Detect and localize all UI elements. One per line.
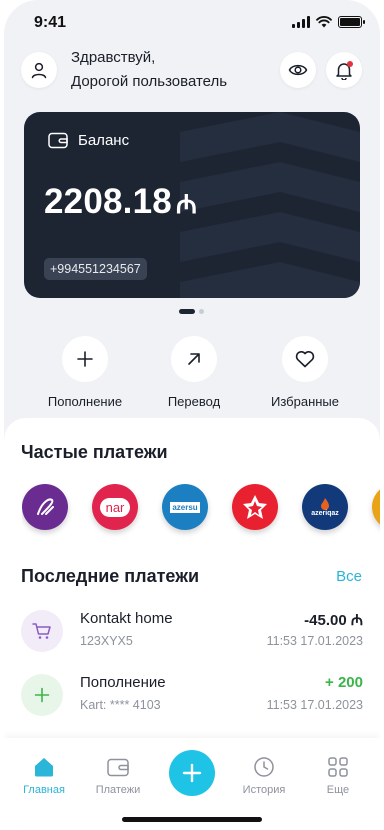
favorites-action[interactable]: Избранные — [255, 336, 355, 409]
status-icons — [292, 16, 365, 28]
nav-label-history: История — [242, 784, 286, 796]
nav-item-more[interactable]: Еще — [308, 754, 368, 796]
see-all-link[interactable]: Все — [336, 568, 362, 585]
balance-card[interactable]: Баланс 2208.18 ₼ +994551234567 — [24, 112, 360, 298]
nav-item-payments[interactable]: Платежи — [88, 754, 148, 796]
transaction-name: Пополнение — [80, 674, 166, 691]
card-chevron-pattern — [180, 112, 360, 298]
nav-label-payments: Платежи — [95, 784, 141, 796]
topup-button[interactable] — [62, 336, 108, 382]
arrow-up-right-icon — [188, 353, 200, 365]
signal-icon — [292, 16, 310, 28]
phone-number-chip: +994551234567 — [44, 258, 147, 280]
balance-value: 2208.18 — [44, 182, 172, 221]
wifi-icon — [316, 16, 332, 28]
provider-logo-purple[interactable] — [22, 484, 68, 530]
flame-icon — [321, 497, 329, 510]
transaction-amount: -45.00 ₼ — [304, 612, 363, 629]
status-bar: 9:41 — [4, 0, 380, 44]
frequent-payments-carousel[interactable]: nar azersu azeriqaz — [22, 484, 380, 544]
transaction-reference: 123XYX5 — [80, 634, 133, 648]
transaction-date: 11:53 17.01.2023 — [266, 698, 363, 712]
provider-logo-nar[interactable]: nar — [92, 484, 138, 530]
wallet-icon — [48, 132, 68, 149]
transaction-row[interactable]: Kontakt home 123XYX5 -45.00 ₼ 11:53 17.0… — [21, 608, 363, 656]
card-pager — [179, 309, 204, 314]
home-indicator — [122, 817, 262, 822]
heart-icon — [295, 351, 315, 368]
nar-logo-text: nar — [99, 497, 131, 517]
transaction-icon — [21, 610, 63, 652]
plus-icon — [34, 687, 50, 703]
phone-screen: 9:41 Здравствуй, Дорогой пользователь Ба… — [4, 0, 380, 830]
greeting: Здравствуй, Дорогой пользователь — [71, 46, 227, 94]
recent-payments-title: Последние платежи — [21, 566, 200, 586]
notifications-button[interactable] — [326, 52, 362, 88]
transaction-icon — [21, 674, 63, 716]
bottom-navigation: Главная Платежи История Еще — [4, 738, 380, 830]
nav-item-home[interactable]: Главная — [14, 754, 74, 796]
notification-dot — [347, 61, 353, 67]
battery-icon — [338, 16, 365, 28]
balance-label: Баланс — [48, 132, 129, 149]
transaction-name: Kontakt home — [80, 610, 173, 627]
azersu-logo-text: azersu — [170, 501, 200, 513]
greeting-line-2: Дорогой пользователь — [71, 73, 228, 90]
transfer-button[interactable] — [171, 336, 217, 382]
provider-logo-azeriqaz[interactable]: azeriqaz — [302, 484, 348, 530]
topup-action[interactable]: Пополнение — [35, 336, 135, 409]
user-icon — [31, 62, 47, 79]
add-button[interactable] — [169, 750, 215, 796]
transfer-label: Перевод — [167, 394, 221, 409]
transaction-row[interactable]: Пополнение Kart: **** 4103 + 200 11:53 1… — [21, 672, 363, 720]
transaction-date: 11:53 17.01.2023 — [266, 634, 363, 648]
transaction-reference: Kart: **** 4103 — [80, 698, 161, 712]
nav-item-history[interactable]: История — [234, 754, 294, 796]
favorites-button[interactable] — [282, 336, 328, 382]
greeting-line-1: Здравствуй, — [71, 49, 156, 66]
currency-symbol: ₼ — [175, 189, 198, 219]
nav-label-more: Еще — [326, 784, 350, 796]
nav-label-home: Главная — [23, 784, 65, 796]
provider-logo-azersu[interactable]: azersu — [162, 484, 208, 530]
wallet-icon — [107, 758, 129, 776]
plus-icon — [77, 351, 93, 367]
cart-icon — [32, 623, 51, 639]
balance-label-text: Баланс — [78, 132, 130, 149]
topup-label: Пополнение — [47, 394, 123, 409]
status-time: 9:41 — [34, 14, 67, 31]
profile-button[interactable] — [21, 52, 57, 88]
provider-logo-red[interactable] — [232, 484, 278, 530]
toggle-balance-visibility-button[interactable] — [280, 52, 316, 88]
transaction-amount: + 200 — [325, 674, 363, 691]
header: Здравствуй, Дорогой пользователь — [4, 44, 380, 100]
favorites-label: Избранные — [271, 394, 339, 409]
grid-icon — [328, 757, 348, 777]
pager-dot[interactable] — [199, 309, 204, 314]
transfer-action[interactable]: Перевод — [144, 336, 244, 409]
pager-dot-active[interactable] — [179, 309, 195, 314]
star-shape-icon — [243, 495, 267, 519]
provider-logo-partial[interactable] — [372, 484, 380, 530]
azeriqaz-logo-text: azeriqaz — [311, 509, 339, 517]
eye-icon — [288, 64, 308, 76]
frequent-payments-title: Частые платежи — [21, 442, 168, 462]
balance-amount: 2208.18 ₼ — [44, 182, 197, 222]
add-icon — [182, 763, 202, 783]
home-icon — [35, 758, 53, 777]
clock-icon — [254, 757, 274, 777]
swoosh-icon — [37, 498, 54, 515]
